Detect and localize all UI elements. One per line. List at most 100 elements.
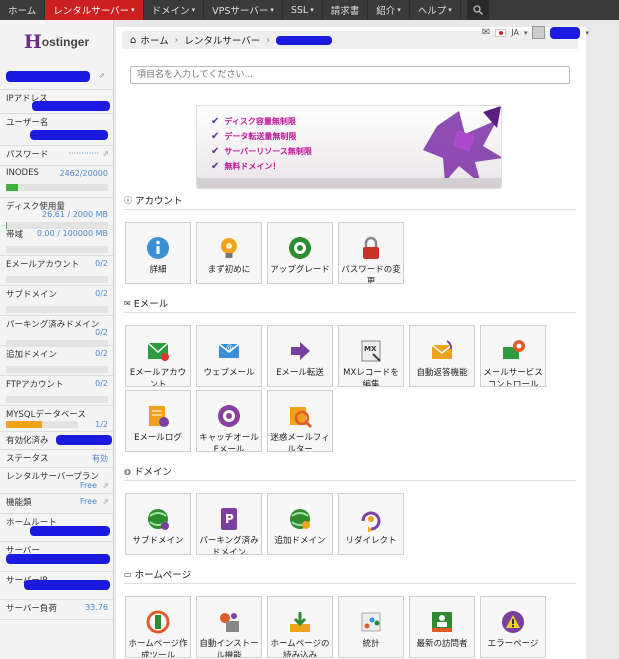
search-input[interactable] bbox=[130, 66, 570, 84]
checkmark-icon: ✔ bbox=[211, 131, 220, 142]
email-accounts-label: Eメールアカウント bbox=[6, 260, 80, 270]
chevron-right-icon: › bbox=[174, 34, 179, 46]
tile-label: 詳細 bbox=[149, 265, 167, 275]
search-button[interactable] bbox=[466, 0, 489, 20]
chevron-down-icon[interactable]: ▾ bbox=[524, 29, 528, 37]
tile-upgrade[interactable]: アップグレード bbox=[267, 222, 333, 284]
tile-mx-record[interactable]: MX MXレコードを編集 bbox=[338, 325, 404, 387]
features-value: Free bbox=[80, 497, 97, 506]
breadcrumb-section[interactable]: レンタルサーバー bbox=[184, 33, 260, 47]
autoresponder-icon bbox=[431, 340, 453, 359]
nav-item-label: VPSサーバー bbox=[212, 6, 269, 17]
avatar[interactable] bbox=[532, 26, 546, 39]
nav-item-1[interactable]: レンタルサーバー ▾ bbox=[45, 0, 144, 24]
tile-auto-installer[interactable]: 自動インストール機能 bbox=[196, 596, 262, 658]
nav-item-2[interactable]: ドメイン ▾ bbox=[144, 0, 205, 20]
tile-subdomain[interactable]: サブドメイン bbox=[125, 493, 191, 555]
sidebar-home-root: ホームルート bbox=[0, 514, 113, 542]
nav-item-7[interactable]: ヘルプ ▾ bbox=[410, 0, 461, 20]
envelope-icon[interactable]: ✉ bbox=[482, 27, 490, 38]
mail-service-icon bbox=[503, 340, 525, 359]
nav-item-5[interactable]: 請求書 bbox=[323, 0, 369, 20]
external-link-icon[interactable]: ⇗ bbox=[102, 497, 109, 506]
chevron-down-icon: ▾ bbox=[270, 6, 274, 14]
section-title-email: ✉ Eメール bbox=[124, 296, 168, 311]
tile-website-builder[interactable]: ホームページ作成ツール bbox=[125, 596, 191, 658]
tile-import-website[interactable]: ホームページの読み込み bbox=[267, 596, 333, 658]
tile-parked-domain[interactable]: P パーキング済みドメイン bbox=[196, 493, 262, 555]
sidebar-addon-domains: 追加ドメイン 0/2 bbox=[0, 346, 113, 376]
tile-redirect[interactable]: リダイレクト bbox=[338, 493, 404, 555]
sidebar-expiry: 有効化済み bbox=[0, 432, 113, 450]
tile-catch-all[interactable]: キャッチオールEメール bbox=[196, 390, 262, 452]
nav-item-4[interactable]: SSL ▾ bbox=[283, 0, 323, 20]
section-divider bbox=[124, 312, 576, 313]
banner-text: ディスク容量無制限 bbox=[224, 117, 296, 126]
tile-email-accounts[interactable]: Eメールアカウント bbox=[125, 325, 191, 387]
nav-item-label: 紹介 bbox=[376, 6, 396, 17]
tile-email-log[interactable]: Eメールログ bbox=[125, 390, 191, 452]
tile-label: Eメールアカウント bbox=[129, 368, 187, 387]
tile-addon-domain[interactable]: 追加ドメイン bbox=[267, 493, 333, 555]
bandwidth-value: 0.00 / 100000 MB bbox=[36, 229, 108, 238]
section-title-text: ホームページ bbox=[134, 570, 192, 581]
redacted-mark bbox=[56, 435, 112, 445]
inodes-bar bbox=[6, 184, 108, 191]
tile-spam-filter[interactable]: 迷惑メールフィルター bbox=[267, 390, 333, 452]
nav-item-label: ヘルプ bbox=[417, 6, 447, 17]
tile-label: メールサービスコントロール bbox=[483, 368, 543, 387]
lock-icon bbox=[363, 236, 379, 259]
tile-lightbulb[interactable]: まず初めに bbox=[196, 222, 262, 284]
flag-icon[interactable] bbox=[495, 28, 507, 37]
bandwidth-label: 帯域 bbox=[6, 230, 24, 240]
checkmark-icon: ✔ bbox=[211, 146, 220, 157]
sidebar-parked-domains: パーキング済みドメイン 0/2 bbox=[0, 316, 113, 347]
redacted-mark bbox=[6, 71, 90, 82]
inodes-label: INODES bbox=[6, 168, 39, 178]
inodes-bar-fill bbox=[6, 184, 19, 191]
tile-webmail[interactable]: @ ウェブメール bbox=[196, 325, 262, 387]
email-accounts-icon bbox=[147, 342, 169, 361]
sidebar-mysql: MYSQLデータベース 1/2 bbox=[0, 406, 113, 432]
error-page-icon bbox=[502, 611, 524, 633]
redacted-mark bbox=[30, 130, 108, 140]
tile-mail-service[interactable]: メールサービスコントロール bbox=[480, 325, 546, 387]
home-icon[interactable]: ⌂ bbox=[130, 35, 136, 46]
chevron-down-icon[interactable]: ▾ bbox=[585, 29, 589, 37]
subdomains-bar bbox=[6, 306, 108, 313]
ftp-accounts-label: FTPアカウント bbox=[6, 380, 64, 390]
tile-label: Eメール転送 bbox=[276, 368, 324, 378]
tile-autoresponder[interactable]: 自動返答機能 bbox=[409, 325, 475, 387]
redacted-mark bbox=[30, 526, 110, 536]
tile-info[interactable]: 詳細 bbox=[125, 222, 191, 284]
tile-label: ホームページ作成ツール bbox=[128, 639, 188, 658]
breadcrumb-home[interactable]: ホーム bbox=[140, 33, 168, 47]
external-link-icon[interactable]: ⇗ bbox=[102, 481, 109, 490]
top-nav: ホーム レンタルサーバー ▾ ドメイン ▾ VPSサーバー ▾ SSL ▾ 請求書 紹介 ▾ ヘルプ ▾ bbox=[0, 0, 619, 24]
monitor-icon: ▭ bbox=[124, 569, 132, 579]
tile-lock[interactable]: パスワードの変更 bbox=[338, 222, 404, 284]
redacted-mark bbox=[32, 101, 110, 111]
tile-label: アップグレード bbox=[270, 265, 330, 275]
envelope-icon: ✉ bbox=[124, 298, 131, 308]
logo[interactable]: H ostinger bbox=[0, 20, 113, 64]
features-label: 機能類 bbox=[6, 498, 32, 508]
tile-visitors[interactable]: 最新の訪問者 bbox=[409, 596, 475, 658]
section-divider bbox=[124, 209, 576, 210]
sidebar-ftp-accounts: FTPアカウント 0/2 bbox=[0, 376, 113, 406]
external-link-icon[interactable]: ⇗ bbox=[98, 71, 105, 80]
external-link-icon[interactable]: ⇗ bbox=[102, 149, 109, 158]
nav-item-6[interactable]: 紹介 ▾ bbox=[368, 0, 410, 20]
sidebar-disk: ディスク使用量 26.61 / 2000 MB bbox=[0, 198, 113, 229]
sidebar-bandwidth: 帯域 0.00 / 100000 MB bbox=[0, 226, 113, 256]
promo-banner[interactable]: ✔ ディスク容量無制限 ✔ データ転送量無制限 ✔ サーバーリソース無制限 ✔ 無料ドメ… bbox=[196, 105, 502, 189]
tile-statistics[interactable]: 統計 bbox=[338, 596, 404, 658]
nav-item-0[interactable]: ホーム bbox=[0, 0, 46, 20]
tile-forward[interactable]: Eメール転送 bbox=[267, 325, 333, 387]
language-selector[interactable]: JA bbox=[511, 28, 519, 37]
tile-error-page[interactable]: エラーページ bbox=[480, 596, 546, 658]
status-value: 有効 bbox=[92, 454, 108, 463]
tile-label: ホームページの読み込み bbox=[270, 639, 330, 658]
nav-item-3[interactable]: VPSサーバー ▾ bbox=[204, 0, 283, 20]
banner-footer bbox=[197, 178, 501, 188]
